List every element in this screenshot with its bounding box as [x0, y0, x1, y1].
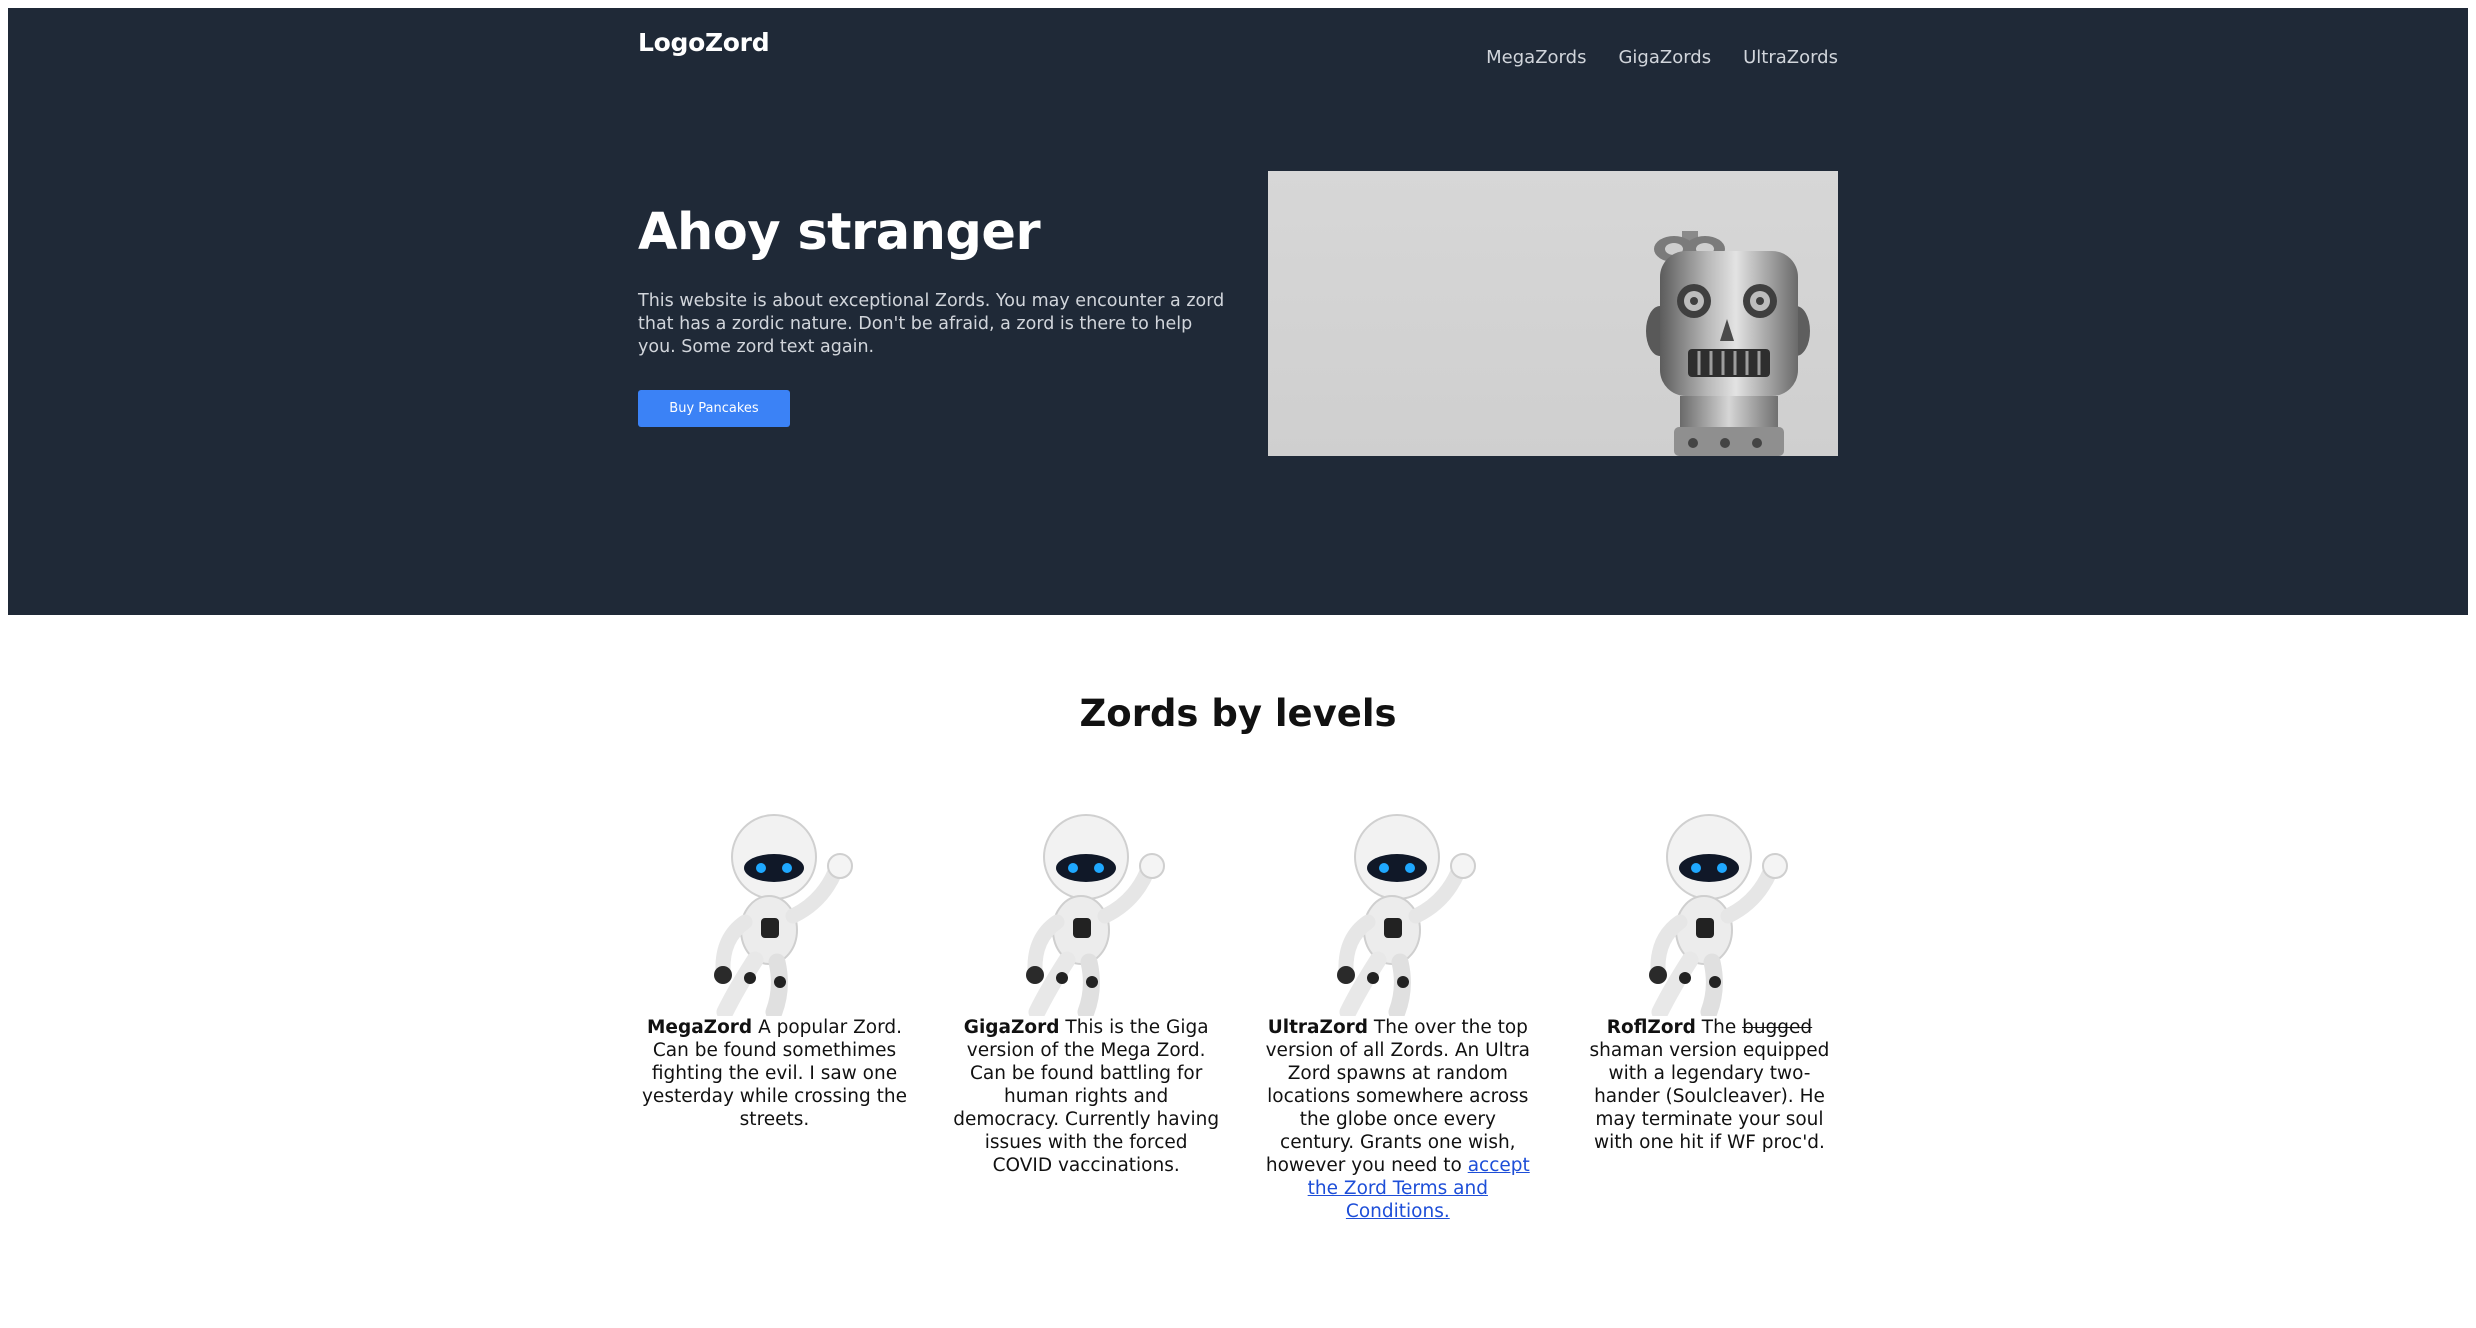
- nav-link-megazords[interactable]: MegaZords: [1486, 47, 1586, 68]
- hero-description: This website is about exceptional Zords.…: [638, 291, 1225, 357]
- main-nav: MegaZords GigaZords UltraZords: [1486, 47, 1838, 68]
- robot-image: [1025, 814, 1165, 1016]
- zord-cards: MegaZord A popular Zord. Can be found so…: [637, 810, 1847, 1223]
- card-megazord: MegaZord A popular Zord. Can be found so…: [637, 810, 912, 1223]
- card-description-end: shaman version equipped with a legendary…: [1589, 1040, 1830, 1153]
- card-title: GigaZord: [963, 1017, 1060, 1038]
- section-title: Zords by levels: [1079, 692, 1397, 735]
- hero-title: Ahoy stranger: [638, 203, 1041, 262]
- robot-image: [1337, 814, 1477, 1016]
- nav-link-ultrazords[interactable]: UltraZords: [1743, 47, 1838, 68]
- card-title: MegaZord: [647, 1017, 753, 1038]
- logo[interactable]: LogoZord: [638, 28, 770, 57]
- robot-image: [1648, 814, 1788, 1016]
- card-gigazord: GigaZord This is the Giga version of the…: [949, 810, 1224, 1223]
- nav-link-gigazords[interactable]: GigaZords: [1618, 47, 1711, 68]
- robot-image: [714, 814, 853, 1016]
- hero-robot-image: [1268, 171, 1838, 456]
- card-roflzord: RoflZord The bugged shaman version equip…: [1572, 810, 1847, 1223]
- hero-section: LogoZord MegaZords GigaZords UltraZords …: [8, 8, 2468, 615]
- card-ultrazord: UltraZord The over the top version of al…: [1260, 810, 1535, 1223]
- strikethrough-text: bugged: [1742, 1017, 1813, 1038]
- card-description: This is the Giga version of the Mega Zor…: [953, 1017, 1220, 1176]
- card-title: RoflZord: [1606, 1017, 1696, 1038]
- page: LogoZord MegaZords GigaZords UltraZords …: [0, 0, 2476, 1328]
- card-title: UltraZord: [1267, 1017, 1369, 1038]
- card-description: The over the top version of all Zords. A…: [1265, 1017, 1531, 1176]
- buy-pancakes-button[interactable]: Buy Pancakes: [638, 390, 790, 427]
- card-description-start: The: [1695, 1017, 1743, 1038]
